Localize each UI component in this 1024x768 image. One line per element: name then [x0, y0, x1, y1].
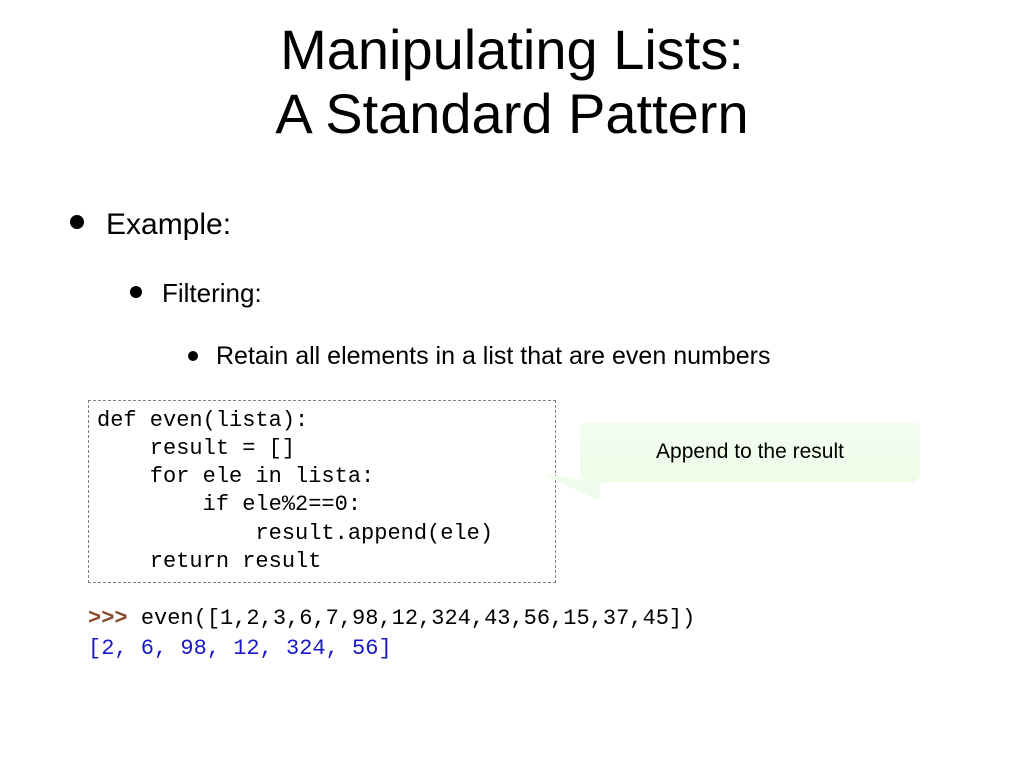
code-block: def even(lista): result = [] for ele in … [88, 400, 556, 583]
bullet-text: Retain all elements in a list that are e… [216, 342, 770, 371]
repl-prompt: >>> [88, 606, 141, 631]
title-line-2: A Standard Pattern [275, 82, 748, 145]
repl-call: even([1,2,3,6,7,98,12,324,43,56,15,37,45… [141, 606, 696, 631]
callout: Append to the result [540, 410, 960, 530]
bullet-level-1: Example: [70, 208, 231, 242]
slide-title: Manipulating Lists: A Standard Pattern [0, 18, 1024, 147]
bullet-level-3: Retain all elements in a list that are e… [188, 342, 770, 371]
bullet-level-2: Filtering: [130, 278, 262, 309]
title-line-1: Manipulating Lists: [280, 18, 744, 81]
bullet-icon [70, 215, 84, 229]
callout-bubble: Append to the result [580, 422, 920, 482]
bullet-icon [188, 351, 198, 361]
repl-output: [2, 6, 98, 12, 324, 56] [88, 636, 392, 661]
slide: Manipulating Lists: A Standard Pattern E… [0, 0, 1024, 768]
bullet-text: Filtering: [162, 278, 262, 309]
callout-text: Append to the result [656, 440, 844, 464]
bullet-text: Example: [106, 208, 231, 242]
bullet-icon [130, 286, 142, 298]
repl-block: >>> even([1,2,3,6,7,98,12,324,43,56,15,3… [88, 604, 695, 663]
